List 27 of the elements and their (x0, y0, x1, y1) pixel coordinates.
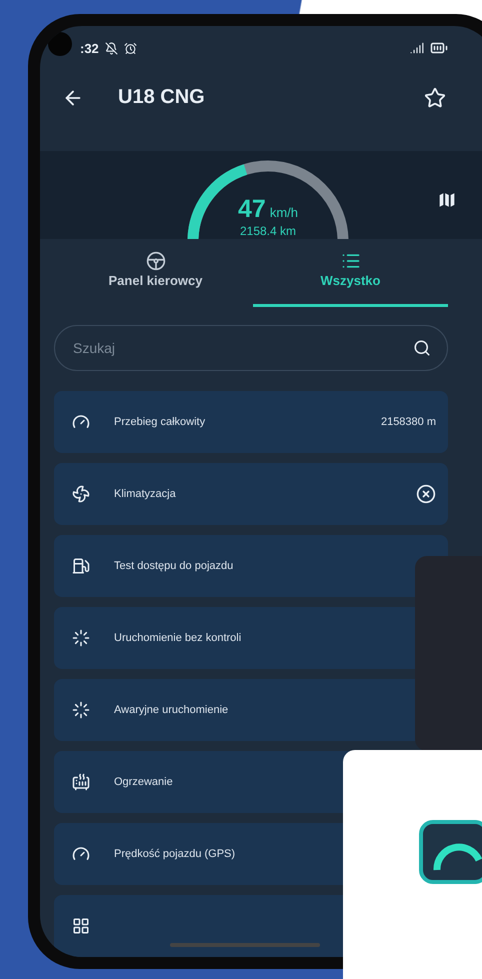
speedometer-icon (72, 413, 90, 431)
dotted-circle-icon (72, 629, 90, 647)
tab[interactable]: Panel kierowcy (58, 239, 253, 308)
heater-icon (72, 773, 90, 791)
speed-reading: 47 km/h (238, 194, 298, 224)
search-icon (413, 339, 431, 358)
item-value: 2158380 m (380, 416, 436, 428)
signal-icon (410, 41, 424, 56)
camera-hole (48, 32, 72, 56)
search-field[interactable]: Szukaj (71, 339, 256, 358)
distance-reading: 2158.4 km (240, 224, 296, 238)
grid-icon (72, 917, 90, 935)
list-item[interactable]: Przebieg całkowity 2158380 m (54, 391, 448, 453)
bell-off-icon (104, 42, 118, 55)
list-item[interactable]: Klimatyzacja (54, 463, 448, 525)
steering-wheel-icon (146, 251, 166, 272)
speedometer-icon (72, 845, 90, 863)
dotted-circle-icon (72, 701, 90, 719)
star-icon (424, 86, 446, 109)
search-bar[interactable]: Szukaj (54, 325, 448, 371)
close-circle-icon[interactable] (416, 484, 436, 504)
list-item[interactable]: Test dostępu do pojazdu (54, 535, 448, 597)
fan-icon (72, 485, 90, 503)
alarm-icon (124, 42, 137, 55)
page-title: U18 CNG (118, 86, 206, 110)
status-time: :32 (80, 40, 99, 56)
tab[interactable]: Wszystko (253, 239, 448, 308)
